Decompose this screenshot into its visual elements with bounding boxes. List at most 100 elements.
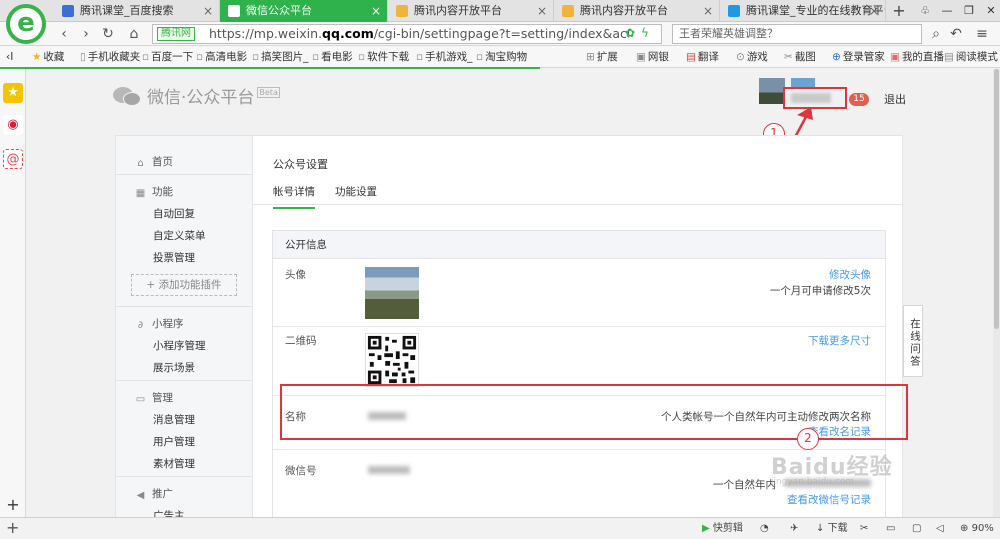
url-text[interactable]: https://mp.weixin.qq.com/cgi-bin/setting… bbox=[209, 25, 629, 43]
tencent-icon bbox=[396, 5, 408, 17]
nav-custom-menu[interactable]: 自定义菜单 bbox=[153, 228, 206, 243]
weibo-icon[interactable]: ◉ bbox=[3, 115, 23, 135]
screen-icon[interactable]: ▭ bbox=[886, 518, 895, 539]
nav-auto-reply[interactable]: 自动回复 bbox=[153, 206, 195, 221]
speed-icon[interactable]: ◔ bbox=[760, 518, 769, 539]
tool-translate[interactable]: ▤ 翻译 bbox=[686, 46, 719, 68]
browser-logo[interactable]: e bbox=[6, 4, 46, 44]
tencent-icon bbox=[562, 5, 574, 17]
tab-close-icon[interactable]: × bbox=[371, 0, 381, 22]
favorites-bar: ‹I ★ 收藏 ▯ 手机收藏夹 ▫ 百度一下 ▫ 高清电影 ▫ 搞笑图片_ ▫ 看电影 ▫ 软… bbox=[0, 46, 1000, 68]
page-icon: ▫ bbox=[476, 51, 484, 63]
url-field[interactable]: 腾讯网 https://mp.weixin.qq.com/cgi-bin/set… bbox=[152, 24, 662, 44]
window-icon[interactable]: ▢ bbox=[912, 518, 921, 539]
left-nav: ⌂ 首页 ▦ 功能 自动回复 自定义菜单 投票管理 + 添加功能插件 ∂ 小程序 小程… bbox=[116, 136, 253, 517]
menu-icon[interactable]: ≡ bbox=[972, 24, 992, 44]
new-tab-button[interactable]: + bbox=[888, 0, 910, 22]
tab-baidu-search[interactable]: 腾讯课堂_百度搜索 × bbox=[54, 0, 220, 22]
volume-icon[interactable]: ◁ bbox=[936, 518, 944, 539]
favorites-star-icon[interactable]: ★ bbox=[3, 83, 23, 103]
fav-item-movies[interactable]: ▫ 高清电影 bbox=[196, 46, 247, 68]
sync-icon[interactable]: ✿ bbox=[625, 26, 635, 40]
status-add-icon[interactable]: + bbox=[6, 518, 19, 538]
tab-close-icon[interactable]: × bbox=[703, 0, 713, 22]
zoom-level[interactable]: ⊕ 90% bbox=[960, 518, 994, 539]
home-icon[interactable]: ⌂ bbox=[124, 24, 144, 44]
tool-games[interactable]: ⊙ 游戏 bbox=[736, 46, 768, 68]
nav-vote-manage[interactable]: 投票管理 bbox=[153, 250, 195, 265]
quick-clip-button[interactable]: ▶ 快剪辑 bbox=[702, 518, 743, 539]
tab-label: 微信公众平台 bbox=[246, 4, 312, 17]
tool-reading-mode[interactable]: ▤ 阅读模式 bbox=[944, 46, 998, 68]
nav-function[interactable]: ▦ 功能 bbox=[135, 184, 173, 199]
avatar-label: 头像 bbox=[285, 269, 306, 281]
nav-user-manage[interactable]: 用户管理 bbox=[153, 434, 195, 449]
tool-extensions[interactable]: ⊞ 扩展 bbox=[586, 46, 618, 68]
sidebar-add-icon[interactable]: + bbox=[3, 495, 23, 515]
baidu-icon bbox=[62, 5, 74, 17]
secure-badge[interactable]: 腾讯网 bbox=[157, 27, 195, 41]
add-plugin-button[interactable]: + 添加功能插件 bbox=[131, 274, 237, 296]
restore-icon[interactable]: ❐ bbox=[958, 0, 980, 22]
back-icon[interactable]: ‹ bbox=[54, 24, 74, 44]
tool-screenshot[interactable]: ✂ 截图 bbox=[784, 46, 816, 68]
nav-message-manage[interactable]: 消息管理 bbox=[153, 412, 195, 427]
change-avatar-link[interactable]: 修改头像 bbox=[829, 267, 871, 282]
collapse-sidebar-icon[interactable]: ‹I bbox=[6, 46, 13, 68]
scrollbar-thumb[interactable] bbox=[994, 69, 999, 329]
search-input[interactable]: 王者荣耀英雄调整？ bbox=[672, 24, 922, 44]
tab-close-icon[interactable]: × bbox=[203, 0, 213, 22]
tab-tencent-open-1[interactable]: 腾讯内容开放平台 × bbox=[388, 0, 554, 22]
tab-wechat-platform[interactable]: 微信公众平台 × bbox=[220, 0, 388, 22]
skin-icon[interactable]: ♧ bbox=[914, 0, 936, 22]
forward-icon[interactable]: › bbox=[76, 24, 96, 44]
cut-icon[interactable]: ✂ bbox=[860, 518, 868, 539]
nav-display-scene[interactable]: 展示场景 bbox=[153, 360, 195, 375]
wechat-id-label: 微信号 bbox=[285, 465, 317, 477]
page-scrollbar[interactable] bbox=[993, 69, 1000, 517]
mini-program-icon: ∂ bbox=[137, 320, 144, 331]
mail-icon[interactable]: @ bbox=[3, 149, 23, 169]
phone-icon: ▯ bbox=[80, 51, 86, 63]
tool-live[interactable]: ▣ 我的直播 bbox=[890, 46, 944, 68]
tab-close-icon[interactable]: × bbox=[869, 0, 879, 22]
nav-material-manage[interactable]: 素材管理 bbox=[153, 456, 195, 471]
tab-account-details[interactable]: 帐号详情 bbox=[273, 184, 315, 209]
wechat-id-history-link[interactable]: 查看改微信号记录 bbox=[787, 492, 871, 507]
lightning-icon[interactable]: ϟ bbox=[641, 26, 649, 40]
minimize-icon[interactable]: — bbox=[936, 0, 958, 22]
tab-label: 腾讯内容开放平台 bbox=[580, 4, 668, 17]
tool-bank[interactable]: ▣ 网银 bbox=[636, 46, 669, 68]
browser-sidebar: ★ ◉ @ + bbox=[0, 69, 26, 517]
fav-item-games[interactable]: ▫ 手机游戏_ bbox=[416, 46, 472, 68]
pin-icon[interactable]: ✈ bbox=[790, 518, 798, 539]
nav-mini-program[interactable]: ∂ 小程序 bbox=[135, 316, 184, 331]
grid-icon: ▦ bbox=[135, 188, 146, 199]
tab-tencent-ketang[interactable]: 腾讯课堂_专业的在线教育平台 × bbox=[720, 0, 886, 22]
tool-login-manager[interactable]: ⊕ 登录管家 bbox=[832, 46, 885, 68]
download-sizes-link[interactable]: 下载更多尺寸 bbox=[808, 333, 871, 348]
nav-home[interactable]: ⌂ 首页 bbox=[135, 154, 173, 169]
tab-tencent-open-2[interactable]: 腾讯内容开放平台 × bbox=[554, 0, 720, 22]
fav-item-watch[interactable]: ▫ 看电影 bbox=[312, 46, 353, 68]
page-icon: ▫ bbox=[252, 51, 260, 63]
tab-function-settings[interactable]: 功能设置 bbox=[335, 184, 377, 199]
tab-close-icon[interactable]: × bbox=[537, 0, 547, 22]
fav-item-taobao[interactable]: ▫ 淘宝购物 bbox=[476, 46, 527, 68]
search-icon[interactable]: ⌕ bbox=[926, 24, 946, 44]
nav-promote[interactable]: ◀ 推广 bbox=[135, 486, 173, 501]
fav-item-collect[interactable]: ★ 收藏 bbox=[32, 46, 64, 68]
nav-mini-manage[interactable]: 小程序管理 bbox=[153, 338, 206, 353]
close-window-icon[interactable]: ✕ bbox=[980, 0, 1000, 22]
address-bar: ‹ › ↻ ⌂ 腾讯网 https://mp.weixin.qq.com/cgi… bbox=[0, 22, 1000, 46]
fav-item-mobile[interactable]: ▯ 手机收藏夹 bbox=[80, 46, 140, 68]
fav-item-funny[interactable]: ▫ 搞笑图片_ bbox=[252, 46, 308, 68]
nav-manage[interactable]: ▭ 管理 bbox=[135, 390, 173, 405]
fav-item-software[interactable]: ▫ 软件下载 bbox=[358, 46, 409, 68]
nav-advertiser[interactable]: 广告主 bbox=[153, 508, 185, 517]
fav-item-baidu[interactable]: ▫ 百度一下 bbox=[142, 46, 193, 68]
refresh-icon[interactable]: ↻ bbox=[98, 24, 118, 44]
download-button[interactable]: ↓ 下载 bbox=[816, 518, 848, 539]
undo-icon[interactable]: ↶ bbox=[946, 24, 966, 44]
online-help-button[interactable]: 在线问答 bbox=[903, 305, 923, 377]
